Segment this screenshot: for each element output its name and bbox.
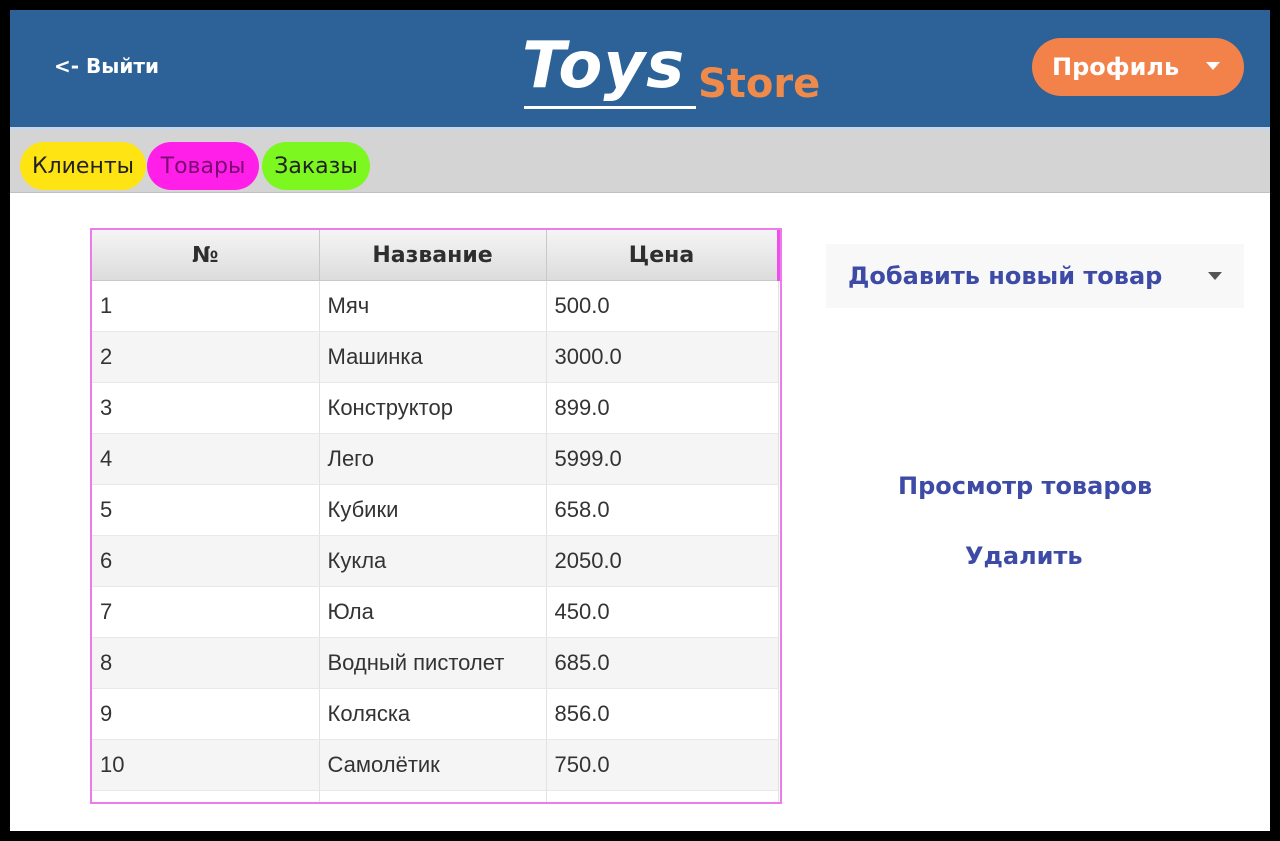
app-window: <- Выйти Toys Store Профиль Клиенты Това… <box>10 10 1270 831</box>
table-row[interactable]: 5 Кубики 658.0 <box>92 484 779 536</box>
tab-orders[interactable]: Заказы <box>262 142 370 190</box>
cell-price: 658.0 <box>546 484 779 536</box>
cell-name: Конструктор <box>319 382 547 434</box>
cell-price: 450.0 <box>546 586 779 638</box>
table-row[interactable]: 6 Кукла 2050.0 <box>92 535 779 587</box>
goods-table[interactable]: № Название Цена 1 Мяч 500.0 2 Машинка 30… <box>90 228 782 804</box>
table-row[interactable]: 10 Самолётик 750.0 <box>92 739 779 791</box>
column-header-number[interactable]: № <box>92 230 320 281</box>
tab-bar: Клиенты Товары Заказы <box>10 130 1270 193</box>
view-items-link[interactable]: Просмотр товаров <box>898 472 1152 500</box>
cell-price: 685.0 <box>546 637 779 689</box>
cell-name: Кубики <box>319 484 547 536</box>
cell-number: 4 <box>92 433 320 485</box>
table-row[interactable]: 2 Машинка 3000.0 <box>92 331 779 383</box>
profile-label: Профиль <box>1052 53 1180 81</box>
cell-price: 2050.0 <box>546 535 779 587</box>
delete-link[interactable]: Удалить <box>965 542 1083 570</box>
table-row[interactable]: 4 Лего 5999.0 <box>92 433 779 485</box>
cell-number: 3 <box>92 382 320 434</box>
header-bar: <- Выйти Toys Store Профиль <box>10 10 1270 130</box>
cell-name: Лего <box>319 433 547 485</box>
table-row[interactable]: 8 Водный пистолет 685.0 <box>92 637 779 689</box>
cell-name: Самолётик <box>319 739 547 791</box>
cell-number: 7 <box>92 586 320 638</box>
cell-empty <box>319 790 547 802</box>
cell-number: 6 <box>92 535 320 587</box>
table-header-row: № Название Цена <box>92 230 780 281</box>
cell-price: 5999.0 <box>546 433 779 485</box>
cell-name: Мяч <box>319 280 547 332</box>
cell-price: 500.0 <box>546 280 779 332</box>
add-new-item-menu[interactable]: Добавить новый товар <box>826 244 1244 308</box>
cell-number: 2 <box>92 331 320 383</box>
cell-price: 899.0 <box>546 382 779 434</box>
table-row[interactable]: 1 Мяч 500.0 <box>92 280 779 332</box>
table-row-empty <box>92 790 779 802</box>
column-header-price[interactable]: Цена <box>546 230 780 281</box>
cell-name: Водный пистолет <box>319 637 547 689</box>
logo-toys-text: Toys <box>522 29 686 103</box>
cell-name: Машинка <box>319 331 547 383</box>
table-row[interactable]: 3 Конструктор 899.0 <box>92 382 779 434</box>
cell-name: Коляска <box>319 688 547 740</box>
logo: Toys Store <box>522 28 842 118</box>
tab-goods[interactable]: Товары <box>147 142 259 190</box>
profile-menu-button[interactable]: Профиль <box>1032 38 1244 96</box>
tab-clients[interactable]: Клиенты <box>20 142 146 190</box>
cell-name: Кукла <box>319 535 547 587</box>
cell-name: Юла <box>319 586 547 638</box>
cell-number: 9 <box>92 688 320 740</box>
column-header-name[interactable]: Название <box>319 230 547 281</box>
logo-store-text: Store <box>698 61 821 107</box>
cell-price: 856.0 <box>546 688 779 740</box>
cell-number: 10 <box>92 739 320 791</box>
logo-underline <box>524 106 696 109</box>
cell-empty <box>92 790 320 802</box>
cell-price: 750.0 <box>546 739 779 791</box>
logout-link[interactable]: <- Выйти <box>54 54 159 78</box>
cell-price: 3000.0 <box>546 331 779 383</box>
cell-number: 1 <box>92 280 320 332</box>
cell-number: 8 <box>92 637 320 689</box>
chevron-down-icon <box>1208 272 1222 280</box>
cell-number: 5 <box>92 484 320 536</box>
add-new-item-label: Добавить новый товар <box>848 262 1163 290</box>
cell-empty <box>546 790 779 802</box>
table-row[interactable]: 7 Юла 450.0 <box>92 586 779 638</box>
table-row[interactable]: 9 Коляска 856.0 <box>92 688 779 740</box>
chevron-down-icon <box>1206 62 1220 70</box>
